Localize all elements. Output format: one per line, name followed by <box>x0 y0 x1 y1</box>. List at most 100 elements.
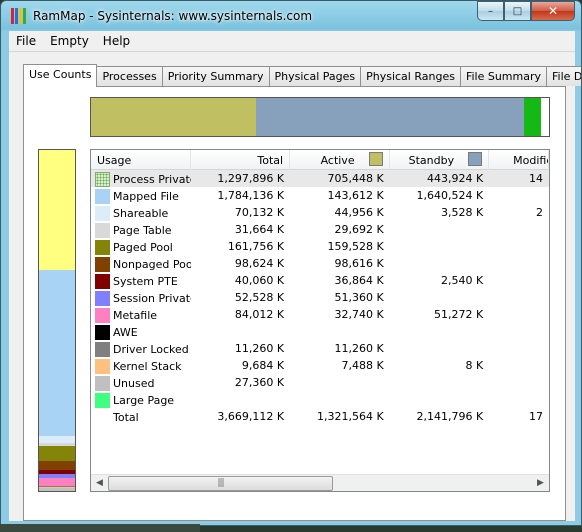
column-usage[interactable]: Usage <box>91 150 191 170</box>
menu-bar: File Empty Help <box>9 31 575 51</box>
active-cell: 51,360 K <box>334 291 384 304</box>
usage-cell: Paged Pool <box>91 238 191 255</box>
usage-cell: Mapped File <box>91 187 191 204</box>
tab-file-details[interactable]: File Details <box>546 66 581 86</box>
usage-cell: Driver Locked <box>91 340 191 357</box>
usage-cell: Kernel Stack <box>91 357 191 374</box>
tab-strip: Use Counts Processes Priority Summary Ph… <box>23 64 581 87</box>
menu-help[interactable]: Help <box>96 31 137 51</box>
total-cell <box>191 323 291 340</box>
active-cell: 705,448 K <box>327 172 384 185</box>
active-cell: 32,740 K <box>334 308 384 321</box>
tab-processes[interactable]: Processes <box>96 66 163 86</box>
usage-cell: Total <box>91 408 191 425</box>
tab-physical-ranges[interactable]: Physical Ranges <box>360 66 461 86</box>
scroll-thumb[interactable]: ||| <box>108 475 333 491</box>
active-cell: 7,488 K <box>341 359 384 372</box>
usage-cell: Metafile <box>91 306 191 323</box>
active-cell: 143,612 K <box>327 189 384 202</box>
total-cell: 98,624 K <box>234 257 285 270</box>
table-row[interactable]: Paged Pool 161,756 K 159,528 K <box>91 238 549 255</box>
active-cell: 159,528 K <box>327 240 384 253</box>
app-window: RamMap - Sysinternals: www.sysinternals.… <box>0 0 582 526</box>
usage-cell: Shareable <box>91 204 191 221</box>
horizontal-scrollbar[interactable]: ◀ ||| ▶ <box>91 474 549 491</box>
active-color-swatch <box>368 152 383 166</box>
standby-cell <box>390 221 490 238</box>
desktop-strip <box>0 524 200 532</box>
bar-segment-mapped-file <box>39 270 75 437</box>
tab-file-summary[interactable]: File Summary <box>459 66 548 86</box>
usage-color-chip <box>95 240 110 255</box>
bar-segment-metafile <box>39 478 75 487</box>
client-area: Use Counts Processes Priority Summary Ph… <box>9 51 581 521</box>
table-row[interactable]: Mapped File 1,784,136 K 143,612 K 1,640,524… <box>91 187 549 204</box>
standby-cell: 2,540 K <box>441 274 484 287</box>
table-row[interactable]: System PTE 40,060 K 36,864 K 2,540 K <box>91 272 549 289</box>
usage-label: Mapped File <box>113 190 179 203</box>
active-cell <box>290 391 390 408</box>
table-row[interactable]: Nonpaged Pool 98,624 K 98,616 K <box>91 255 549 272</box>
table-row[interactable]: Large Page <box>91 391 549 408</box>
usage-label: Large Page <box>113 394 175 407</box>
modified-cell <box>489 238 549 255</box>
table-row[interactable]: Shareable 70,132 K 44,956 K 3,528 K 2 <box>91 204 549 221</box>
bar-segment-nonpaged-pool <box>39 460 75 470</box>
total-cell: 84,012 K <box>234 308 285 321</box>
active-cell: 29,692 K <box>334 223 384 236</box>
standby-color-swatch <box>468 152 483 166</box>
column-standby[interactable]: Standby <box>390 150 490 170</box>
table-row[interactable]: AWE <box>91 323 549 340</box>
scroll-left-icon[interactable]: ◀ <box>91 475 108 492</box>
table-row[interactable]: Unused 27,360 K <box>91 374 549 391</box>
table-row[interactable]: Metafile 84,012 K 32,740 K 51,272 K <box>91 306 549 323</box>
total-cell: 1,297,896 K <box>217 172 285 185</box>
table-row[interactable]: Kernel Stack 9,684 K 7,488 K 8 K <box>91 357 549 374</box>
minimize-button[interactable]: – <box>477 1 504 21</box>
usage-color-chip <box>95 206 110 221</box>
active-cell: 11,260 K <box>334 342 384 355</box>
modified-cell <box>489 289 549 306</box>
scroll-track[interactable]: ||| <box>108 475 532 491</box>
modified-cell <box>489 306 549 323</box>
table-row[interactable]: Driver Locked 11,260 K 11,260 K <box>91 340 549 357</box>
tab-priority-summary[interactable]: Priority Summary <box>161 66 270 86</box>
column-total[interactable]: Total <box>191 150 291 170</box>
table-row[interactable]: Page Table 31,664 K 29,692 K <box>91 221 549 238</box>
usage-color-chip <box>95 342 110 357</box>
table-row[interactable]: Session Private 52,528 K 51,360 K <box>91 289 549 306</box>
standby-cell <box>390 391 490 408</box>
usage-color-chip <box>95 172 110 187</box>
usage-label: Nonpaged Pool <box>113 258 191 271</box>
usage-cell: System PTE <box>91 272 191 289</box>
standby-cell: 2,141,796 K <box>416 410 484 423</box>
table-row[interactable]: Total 3,669,112 K 1,321,564 K 2,141,796 K 17 <box>91 408 549 425</box>
modified-cell: 14 <box>529 172 543 185</box>
standby-cell <box>390 289 490 306</box>
usage-label: Shareable <box>113 207 169 220</box>
usage-cell: Process Private <box>91 170 191 187</box>
menu-file[interactable]: File <box>9 31 43 51</box>
total-cell: 1,784,136 K <box>217 189 285 202</box>
table-row[interactable]: Process Private 1,297,896 K 705,448 K 443,9… <box>91 170 549 187</box>
standby-cell <box>390 374 490 391</box>
title-bar[interactable]: RamMap - Sysinternals: www.sysinternals.… <box>1 1 581 31</box>
scroll-right-icon[interactable]: ▶ <box>532 475 549 492</box>
usage-label: Session Private <box>113 292 191 305</box>
column-active-label: Active <box>320 154 355 167</box>
column-active[interactable]: Active <box>290 150 390 170</box>
column-modified[interactable]: Modifie <box>489 150 549 170</box>
tab-physical-pages[interactable]: Physical Pages <box>268 66 362 86</box>
maximize-button[interactable]: □ <box>504 1 531 21</box>
usage-color-chip <box>95 223 110 238</box>
modified-cell: 17 <box>529 410 543 423</box>
bar-segment-modified <box>523 98 542 136</box>
tab-use-counts[interactable]: Use Counts <box>23 64 98 87</box>
menu-empty[interactable]: Empty <box>43 31 96 51</box>
table-body: Process Private 1,297,896 K 705,448 K 443,9… <box>91 170 549 425</box>
usage-color-chip <box>95 410 110 425</box>
usage-cell: Unused <box>91 374 191 391</box>
page-list-bar <box>90 97 550 137</box>
close-button[interactable]: ✕ <box>531 1 575 21</box>
standby-cell: 443,924 K <box>427 172 484 185</box>
